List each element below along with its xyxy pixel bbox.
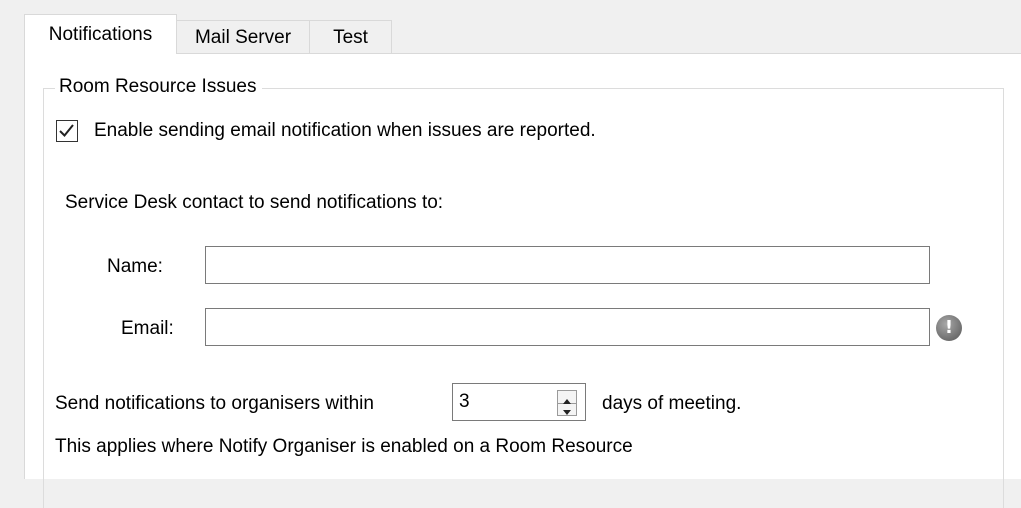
days-stepper-down-button[interactable]: [558, 403, 576, 415]
tab-mail-server[interactable]: Mail Server: [176, 20, 310, 54]
tab-notifications[interactable]: Notifications: [24, 14, 177, 54]
tab-test-label: Test: [333, 26, 368, 48]
email-label: Email:: [121, 318, 174, 339]
warning-exclamation-icon: !: [936, 315, 962, 341]
checkmark-icon: [59, 124, 74, 137]
organiser-prefix-label: Send notifications to organisers within: [55, 393, 374, 414]
name-label: Name:: [107, 256, 163, 277]
tab-mail-server-label: Mail Server: [194, 26, 292, 48]
enable-notifications-label[interactable]: Enable sending email notification when i…: [94, 120, 596, 142]
organiser-note: This applies where Notify Organiser is e…: [55, 436, 633, 457]
group-legend: Room Resource Issues: [55, 76, 263, 98]
contact-heading: Service Desk contact to send notificatio…: [65, 192, 444, 213]
spin-down-icon: [563, 410, 571, 415]
name-input[interactable]: [205, 246, 930, 284]
days-stepper[interactable]: 3: [452, 383, 586, 421]
organiser-suffix-label: days of meeting.: [602, 393, 742, 414]
tab-test[interactable]: Test: [309, 20, 392, 54]
email-input[interactable]: [205, 308, 930, 346]
tab-notifications-label: Notifications: [48, 23, 153, 45]
notifications-tab-panel: Room Resource Issues Enable sending emai…: [24, 53, 1021, 508]
enable-notifications-checkbox[interactable]: [56, 120, 78, 142]
days-stepper-buttons: [557, 390, 577, 416]
days-stepper-value: 3: [459, 391, 470, 412]
